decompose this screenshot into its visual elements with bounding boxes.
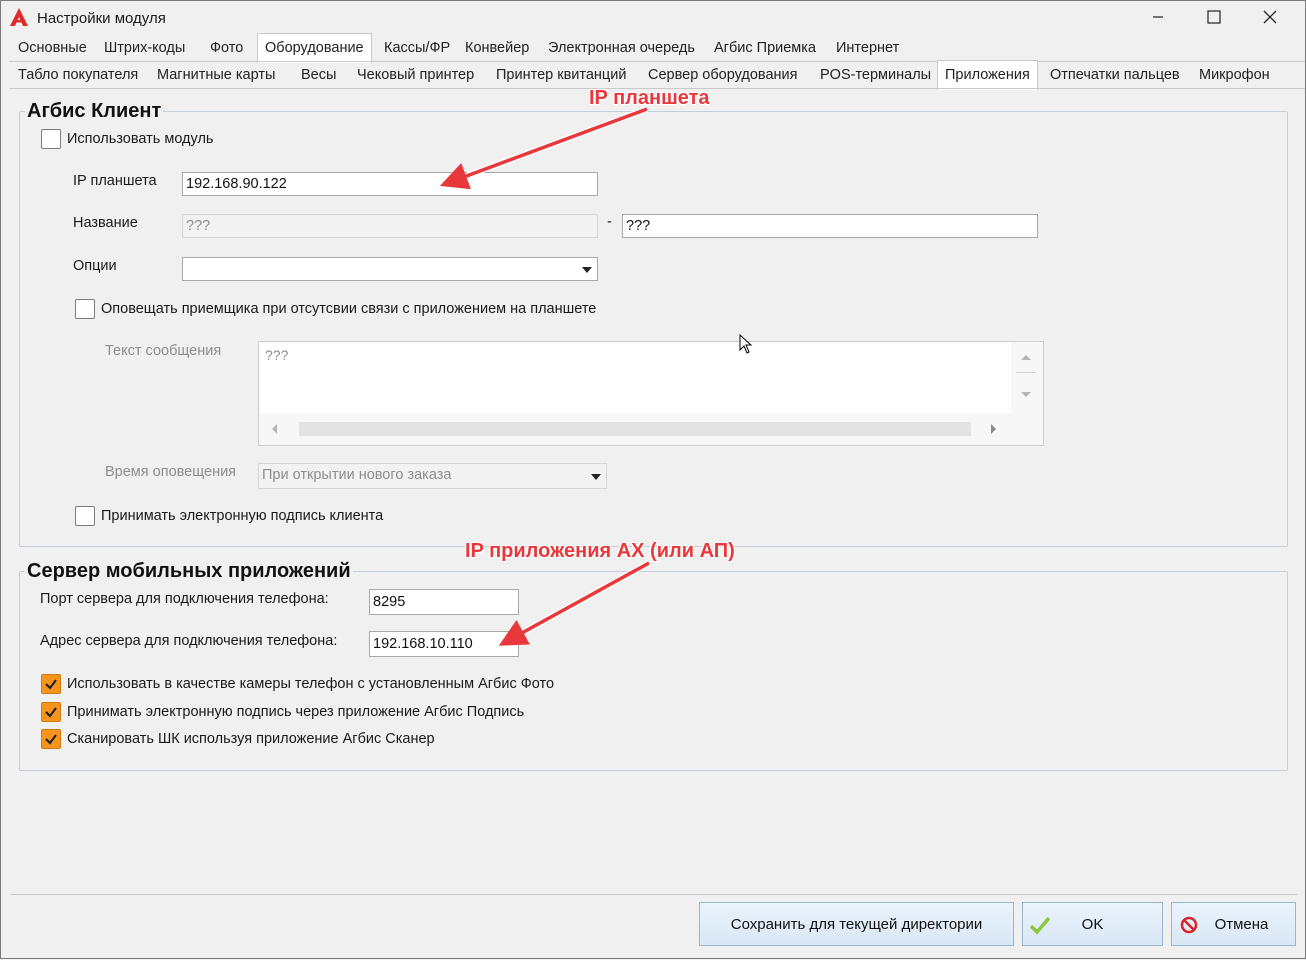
tab-e-queue[interactable]: Электронная очередь xyxy=(541,36,702,62)
tab-cash-registers[interactable]: Кассы/ФР xyxy=(377,36,457,62)
tab-ticket-printer[interactable]: Принтер квитанций xyxy=(489,63,633,89)
ok-button[interactable]: OK xyxy=(1022,902,1163,946)
name-input-1[interactable]: ??? xyxy=(182,214,598,238)
app-logo-icon xyxy=(10,8,28,26)
message-text-value: ??? xyxy=(265,347,289,363)
tab-scales[interactable]: Весы xyxy=(294,63,343,89)
scroll-up-icon[interactable] xyxy=(1019,352,1033,362)
use-module-label: Использовать модуль xyxy=(67,131,214,147)
use-camera-checkbox[interactable] xyxy=(41,674,61,694)
use-camera-label: Использовать в качестве камеры телефон с… xyxy=(67,676,555,692)
settings-window: Настройки модуля Основные Штрих-коды Фот… xyxy=(0,0,1306,959)
e-sign-app-checkbox[interactable] xyxy=(41,702,61,722)
maximize-icon xyxy=(1207,10,1221,24)
save-for-directory-label: Сохранить для текущей директории xyxy=(730,915,983,933)
scroll-down-icon[interactable] xyxy=(1019,390,1033,400)
name-label: Название xyxy=(73,215,138,231)
message-text-area: ??? xyxy=(260,343,1011,413)
checkmark-icon xyxy=(45,707,57,718)
cancel-icon xyxy=(1180,916,1198,934)
use-module-checkbox[interactable] xyxy=(41,129,61,149)
minimize-icon xyxy=(1153,16,1163,18)
scanner-app-checkbox[interactable] xyxy=(41,729,61,749)
maximize-button[interactable] xyxy=(1191,3,1237,31)
ip-tablet-input[interactable]: 192.168.90.122 xyxy=(182,172,598,196)
address-input[interactable]: 192.168.10.110 xyxy=(369,631,519,657)
address-label: Адрес сервера для подключения телефона: xyxy=(40,633,338,649)
mobile-server-title: Сервер мобильных приложений xyxy=(25,560,353,583)
checkmark-icon xyxy=(1029,916,1051,935)
port-input[interactable]: 8295 xyxy=(369,589,519,615)
tab-equipment[interactable]: Оборудование xyxy=(257,33,372,63)
save-for-directory-button[interactable]: Сохранить для текущей директории xyxy=(699,902,1014,946)
tab-conveyor[interactable]: Конвейер xyxy=(458,36,536,62)
checkmark-icon xyxy=(45,734,57,745)
close-icon xyxy=(1263,10,1277,24)
tab-microphone[interactable]: Микрофон xyxy=(1192,63,1277,89)
tab-agbis-priemka[interactable]: Агбис Приемка xyxy=(707,36,823,62)
tab-row-main-divider xyxy=(9,61,1305,62)
vertical-scroll-thumb[interactable] xyxy=(1016,372,1036,373)
notify-checkbox[interactable] xyxy=(75,299,95,319)
horizontal-scroll-thumb[interactable] xyxy=(299,422,971,436)
chevron-down-icon xyxy=(582,267,592,273)
tab-internet[interactable]: Интернет xyxy=(829,36,906,62)
minimize-button[interactable] xyxy=(1135,3,1181,31)
e-sign-app-label: Принимать электронную подпись через прил… xyxy=(67,704,525,720)
tab-pos-terminals[interactable]: POS-терминалы xyxy=(813,63,938,89)
name-separator: - xyxy=(607,214,612,230)
annotation-ip-app: IP приложения АХ (или АП) xyxy=(465,540,736,563)
window-title: Настройки модуля xyxy=(37,10,166,27)
notify-time-label: Время оповещения xyxy=(105,464,237,480)
scroll-right-icon[interactable] xyxy=(989,422,999,436)
options-combo[interactable] xyxy=(182,257,598,281)
ip-tablet-label: IP планшета xyxy=(73,173,157,189)
accept-sign-label: Принимать электронную подпись клиента xyxy=(101,508,384,524)
tab-receipt-printer[interactable]: Чековый принтер xyxy=(350,63,481,89)
annotation-ip-tablet: IP планшета xyxy=(589,87,711,110)
cancel-button[interactable]: Отмена xyxy=(1171,902,1296,946)
options-label: Опции xyxy=(73,258,117,274)
accept-sign-checkbox[interactable] xyxy=(75,506,95,526)
scanner-app-label: Сканировать ШК используя приложение Агби… xyxy=(67,731,435,747)
tab-equipment-server[interactable]: Сервер оборудования xyxy=(641,63,805,89)
title-bar: Настройки модуля xyxy=(1,1,1305,35)
cancel-label: Отмена xyxy=(1214,915,1269,933)
scroll-left-icon[interactable] xyxy=(269,422,279,436)
checkmark-icon xyxy=(45,679,57,690)
mouse-cursor-icon xyxy=(739,334,753,354)
message-text-memo[interactable]: ??? xyxy=(258,341,1044,446)
notify-time-combo[interactable]: При открытии нового заказа xyxy=(258,463,607,489)
tab-barcodes[interactable]: Штрих-коды xyxy=(97,36,192,62)
name-input-2[interactable]: ??? xyxy=(622,214,1038,238)
notify-time-value: При открытии нового заказа xyxy=(262,467,452,483)
close-button[interactable] xyxy=(1247,3,1293,31)
chevron-down-icon xyxy=(591,474,601,480)
tab-photo[interactable]: Фото xyxy=(203,36,250,62)
tab-applications[interactable]: Приложения xyxy=(937,60,1038,90)
ok-label: OK xyxy=(1081,915,1104,933)
tab-fingerprints[interactable]: Отпечатки пальцев xyxy=(1043,63,1187,89)
message-text-label: Текст сообщения xyxy=(105,343,222,359)
port-label: Порт сервера для подключения телефона: xyxy=(40,591,329,607)
footer-divider xyxy=(11,894,1297,895)
tab-magnetic-cards[interactable]: Магнитные карты xyxy=(150,63,282,89)
agbis-client-title: Агбис Клиент xyxy=(25,100,164,123)
tab-customer-display[interactable]: Табло покупателя xyxy=(11,63,145,89)
tab-osnovnye[interactable]: Основные xyxy=(11,36,94,62)
notify-label: Оповещать приемщика при отсутсвии связи … xyxy=(101,301,597,317)
